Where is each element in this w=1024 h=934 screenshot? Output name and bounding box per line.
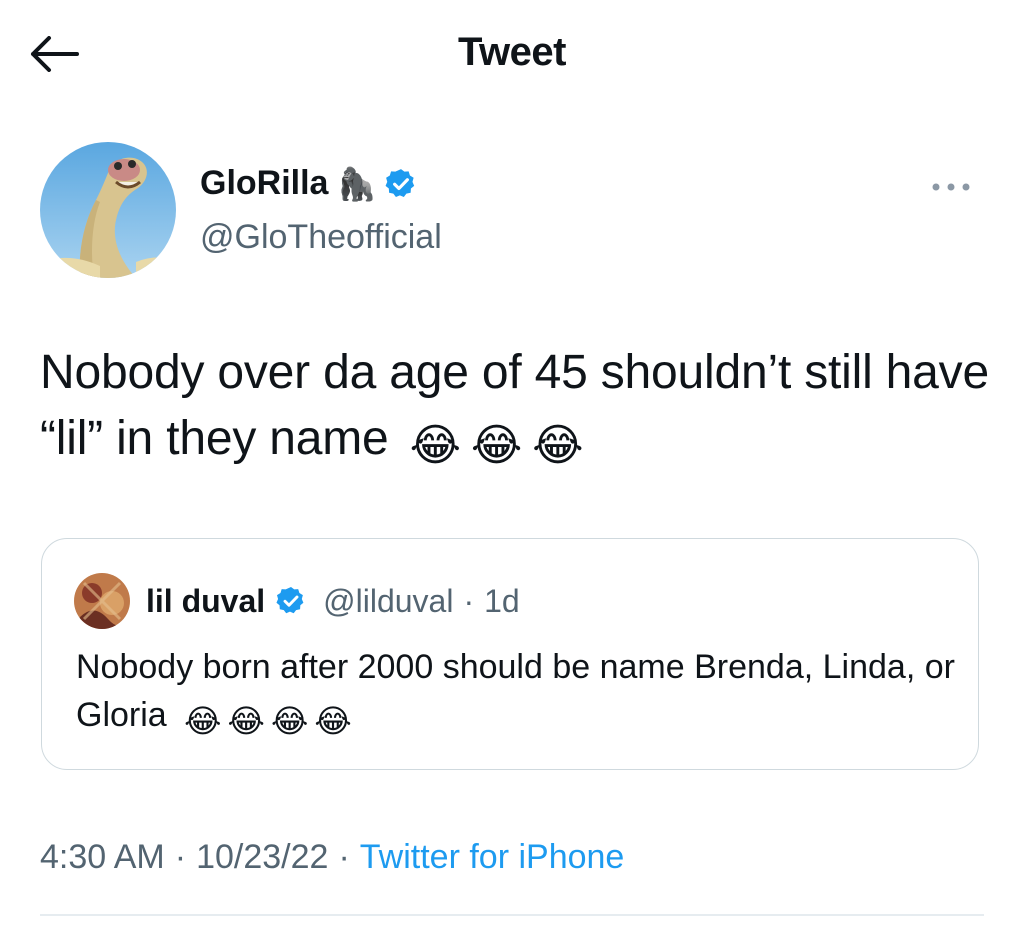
author-name-row: GloRilla 🦍	[200, 164, 418, 203]
separator-dot: ·	[463, 582, 475, 619]
tweet-emojis: 😂 😂 😂	[410, 413, 584, 479]
tweet-text: Nobody over da age of 45 shouldn’t still…	[40, 340, 990, 479]
divider	[40, 914, 984, 916]
laughing-emoji-icon: 😂	[314, 703, 352, 739]
laughing-emoji-icon: 😂	[270, 703, 309, 739]
laughing-emoji-icon: 😂	[409, 421, 461, 470]
separator-dot: ·	[338, 838, 350, 876]
avatar[interactable]	[40, 142, 176, 278]
author-handle[interactable]: @GloTheofficial	[200, 218, 442, 257]
separator-dot: ·	[174, 838, 187, 876]
tweet-date: 10/23/22	[196, 838, 329, 876]
quoted-handle: @lilduval	[323, 582, 454, 619]
gorilla-emoji: 🦍	[336, 165, 377, 202]
more-options-button[interactable]	[926, 172, 976, 202]
laughing-emoji-icon: 😂	[227, 703, 265, 739]
page-title: Tweet	[458, 30, 566, 74]
quoted-avatar[interactable]	[74, 573, 130, 629]
more-dots-icon	[932, 183, 970, 191]
tweet-author: GloRilla 🦍 @GloTheofficial	[40, 142, 980, 282]
verified-badge-icon	[276, 587, 304, 614]
quoted-tweet-text: Nobody born after 2000 should be name Br…	[76, 643, 956, 745]
tweet-time: 4:30 AM	[40, 838, 165, 876]
quoted-tweet-header: lil duval @lilduval · 1d	[74, 573, 520, 629]
laughing-emoji-icon: 😂	[470, 421, 523, 470]
laughing-emoji-icon: 😂	[532, 421, 584, 470]
quoted-display-name: lil duval	[146, 582, 266, 619]
quoted-timestamp: 1d	[484, 582, 520, 619]
tweet-source-link[interactable]: Twitter for iPhone	[360, 838, 625, 877]
tweet-meta: 4:30 AM · 10/23/22 · Twitter for iPhone	[40, 838, 624, 877]
top-bar: Tweet	[0, 0, 1024, 110]
verified-badge-icon	[385, 168, 415, 197]
quoted-tweet-card[interactable]: lil duval @lilduval · 1d Nobody born aft…	[41, 538, 979, 770]
quoted-emojis: 😂 😂 😂 😂	[184, 697, 352, 745]
display-name[interactable]: GloRilla	[200, 164, 328, 203]
laughing-emoji-icon: 😂	[184, 703, 222, 739]
